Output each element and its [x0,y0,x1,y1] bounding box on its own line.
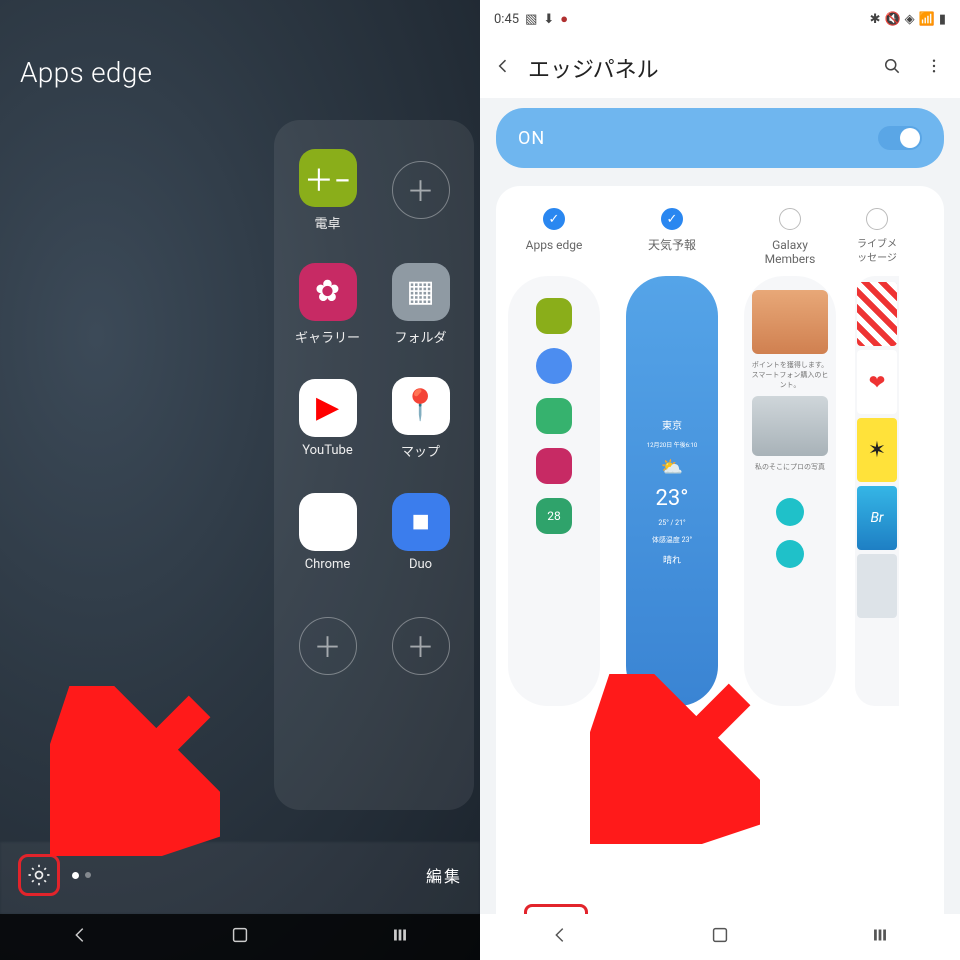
weather-feels: 体感温度 23° [652,535,692,545]
panel-preview-members: ポイントを獲得します。スマートフォン購入のヒント。 私のそこにプロの写真 [744,276,836,706]
edge-panel[interactable]: ＋− 電卓 ＋ ✿ ギャラリー ▦ フォルダ ▶ YouTube 📍 マップ ◐ Chrome ■ Duo ＋… [274,120,474,810]
mini-app-icon [536,348,572,384]
mini-app-icon [536,398,572,434]
app-label: Duo [409,557,432,572]
nav-back-button[interactable] [69,924,91,950]
page-title: エッジパネル [528,52,868,84]
checkbox-unchecked[interactable] [866,208,888,230]
add-app-slot[interactable]: ＋ [377,592,464,700]
panel-preview-weather: 東京 12月20日 午後6:10 ⛅ 23° 25° / 21° 体感温度 23… [626,276,718,706]
app-icon: ✿ [299,263,357,321]
edge-bottom-bar: 編集 [0,854,480,896]
weather-cond: 晴れ [663,553,681,566]
plus-icon: ＋ [392,161,450,219]
app-slot[interactable]: ＋− 電卓 [284,136,371,244]
edit-button[interactable]: 編集 [426,863,462,887]
app-slot[interactable]: 📍 マップ [377,364,464,472]
fab-icon [776,540,804,568]
panel-option-apps-edge[interactable]: ✓ Apps edge 28 [500,208,608,890]
app-icon: ▶ [299,379,357,437]
status-time: 0:45 [494,12,519,27]
add-app-slot[interactable]: ＋ [377,136,464,244]
gear-icon [26,862,52,888]
app-label: マップ [401,441,440,460]
nav-home-button[interactable] [229,924,251,950]
back-button[interactable] [484,56,522,81]
app-label: Chrome [305,557,351,572]
status-icon: ▧ [525,12,537,27]
add-app-slot[interactable]: ＋ [284,592,371,700]
nav-recents-button[interactable] [389,924,411,950]
app-label: フォルダ [394,327,446,346]
app-icon: ＋− [299,149,357,207]
system-nav-bar [480,914,960,960]
panel-preview: 28 [508,276,600,706]
settings-header: エッジパネル [480,38,960,98]
panel-option-weather[interactable]: ✓ 天気予報 東京 12月20日 午後6:10 ⛅ 23° 25° / 21° … [618,208,726,890]
page-indicator [72,872,91,879]
app-slot[interactable]: ■ Duo [377,478,464,586]
fab-icon [776,498,804,526]
checkbox-checked[interactable]: ✓ [661,208,683,230]
tile-image [752,396,828,456]
toggle-label: ON [518,128,545,149]
app-label: 電卓 [314,213,340,232]
more-button[interactable] [916,57,952,80]
status-icons-right: ✱🔇◈📶▮ [866,12,946,27]
app-label: YouTube [302,443,353,458]
tile-text: 私のそこにプロの写真 [755,462,825,472]
apps-edge-title: Apps edge [20,56,152,89]
checkbox-unchecked[interactable] [779,208,801,230]
status-bar: 0:45 ▧ ⬇ ● ✱🔇◈📶▮ [480,0,960,38]
nav-back-button[interactable] [549,924,571,950]
app-slot[interactable]: ▦ フォルダ [377,250,464,358]
app-icon: ◐ [299,493,357,551]
panel-label: Apps edge [526,238,583,268]
app-icon: 📍 [392,377,450,435]
master-toggle[interactable]: ON [496,108,944,168]
weather-hilow: 25° / 21° [658,519,685,527]
app-slot[interactable]: ▶ YouTube [284,364,371,472]
switch-on[interactable] [878,126,922,150]
app-icon: ▦ [392,263,450,321]
panel-preview-livemsg: ❤ ✶ Br [855,276,899,706]
panels-list[interactable]: ✓ Apps edge 28 ✓ 天気予報 東京 12月20日 午後6:10 ⛅… [496,186,944,960]
checkbox-checked[interactable]: ✓ [543,208,565,230]
chevron-left-icon [493,56,513,76]
screenshot-edge-panel-settings: 0:45 ▧ ⬇ ● ✱🔇◈📶▮ エッジパネル ON ✓ Apps edge [480,0,960,960]
more-vert-icon [925,57,943,75]
mini-app-icon: 28 [536,498,572,534]
annotation-arrow [50,686,220,860]
mini-app-icon [536,448,572,484]
mini-app-icon [536,298,572,334]
weather-city: 東京 [662,417,682,432]
plus-icon: ＋ [392,617,450,675]
panel-option-galaxy-members[interactable]: Galaxy Members ポイントを獲得します。スマートフォン購入のヒント。… [736,208,844,890]
panel-label: Galaxy Members [765,238,816,268]
app-slot[interactable]: ✿ ギャラリー [284,250,371,358]
weather-temp: 23° [656,486,689,511]
app-icon: ■ [392,493,450,551]
search-icon [882,56,902,76]
app-slot[interactable]: ◐ Chrome [284,478,371,586]
app-label: ギャラリー [295,327,360,346]
settings-gear-button[interactable] [18,854,60,896]
nav-home-button[interactable] [709,924,731,950]
plus-icon: ＋ [299,617,357,675]
tile-text: ポイントを獲得します。スマートフォン購入のヒント。 [750,360,830,390]
panel-label: 天気予報 [648,238,696,268]
tile-image [752,290,828,354]
status-icon: ● [560,11,568,27]
panel-label: ライブメッセージ [854,238,900,268]
search-button[interactable] [874,56,910,81]
screenshot-apps-edge: Apps edge ＋− 電卓 ＋ ✿ ギャラリー ▦ フォルダ ▶ YouTube 📍 マップ ◐ C… [0,0,480,960]
weather-date: 12月20日 午後6:10 [647,440,698,449]
system-nav-bar [0,914,480,960]
status-icon: ⬇ [543,12,554,27]
panel-option-live-message[interactable]: ライブメッセージ ❤ ✶ Br [854,208,900,890]
nav-recents-button[interactable] [869,924,891,950]
